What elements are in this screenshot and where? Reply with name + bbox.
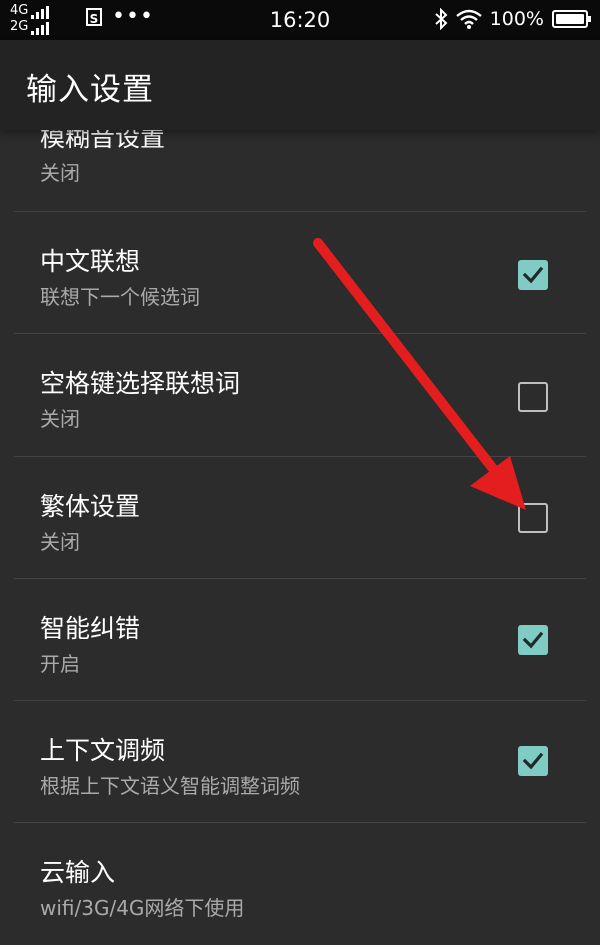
setting-summary: 关闭 bbox=[40, 407, 80, 431]
status-bar: 4G 2G S ••• 16:20 100% bbox=[0, 0, 600, 40]
setting-item-space-select-association[interactable]: 空格键选择联想词 关闭 bbox=[0, 334, 600, 456]
setting-summary: wifi/3G/4G网络下使用 bbox=[40, 896, 245, 920]
setting-item-chinese-association[interactable]: 中文联想 联想下一个候选词 bbox=[0, 212, 600, 334]
setting-summary: 关闭 bbox=[40, 530, 80, 554]
battery-percent: 100% bbox=[489, 8, 544, 30]
wifi-icon bbox=[455, 9, 482, 29]
battery-icon bbox=[552, 10, 591, 28]
setting-item-cloud-input[interactable]: 云输入 wifi/3G/4G网络下使用 bbox=[0, 823, 600, 945]
setting-title: 空格键选择联想词 bbox=[40, 369, 241, 398]
check-icon bbox=[522, 752, 544, 770]
status-right: 100% bbox=[434, 8, 591, 30]
setting-summary: 开启 bbox=[40, 652, 80, 676]
check-icon bbox=[522, 266, 544, 284]
checkbox-checked[interactable] bbox=[518, 625, 548, 655]
setting-title: 上下文调频 bbox=[40, 736, 166, 765]
setting-summary: 联想下一个候选词 bbox=[40, 285, 200, 309]
setting-summary: 关闭 bbox=[40, 161, 80, 185]
setting-item-smart-correction[interactable]: 智能纠错 开启 bbox=[0, 579, 600, 701]
check-icon bbox=[522, 631, 544, 649]
setting-item-traditional-chinese[interactable]: 繁体设置 关闭 bbox=[0, 457, 600, 579]
bluetooth-icon bbox=[435, 8, 448, 30]
setting-item-context-frequency[interactable]: 上下文调频 根据上下文语义智能调整词频 bbox=[0, 701, 600, 823]
checkbox-checked[interactable] bbox=[518, 260, 548, 290]
checkbox-unchecked[interactable] bbox=[518, 503, 548, 533]
page-title: 输入设置 bbox=[26, 72, 154, 108]
setting-summary: 根据上下文语义智能调整词频 bbox=[40, 774, 300, 798]
checkbox-unchecked[interactable] bbox=[518, 382, 548, 412]
app-bar: 输入设置 bbox=[0, 40, 600, 130]
setting-title: 繁体设置 bbox=[40, 492, 141, 521]
checkbox-checked[interactable] bbox=[518, 746, 548, 776]
setting-title: 云输入 bbox=[40, 858, 116, 887]
setting-title: 智能纠错 bbox=[40, 614, 141, 643]
setting-title: 中文联想 bbox=[40, 247, 141, 276]
